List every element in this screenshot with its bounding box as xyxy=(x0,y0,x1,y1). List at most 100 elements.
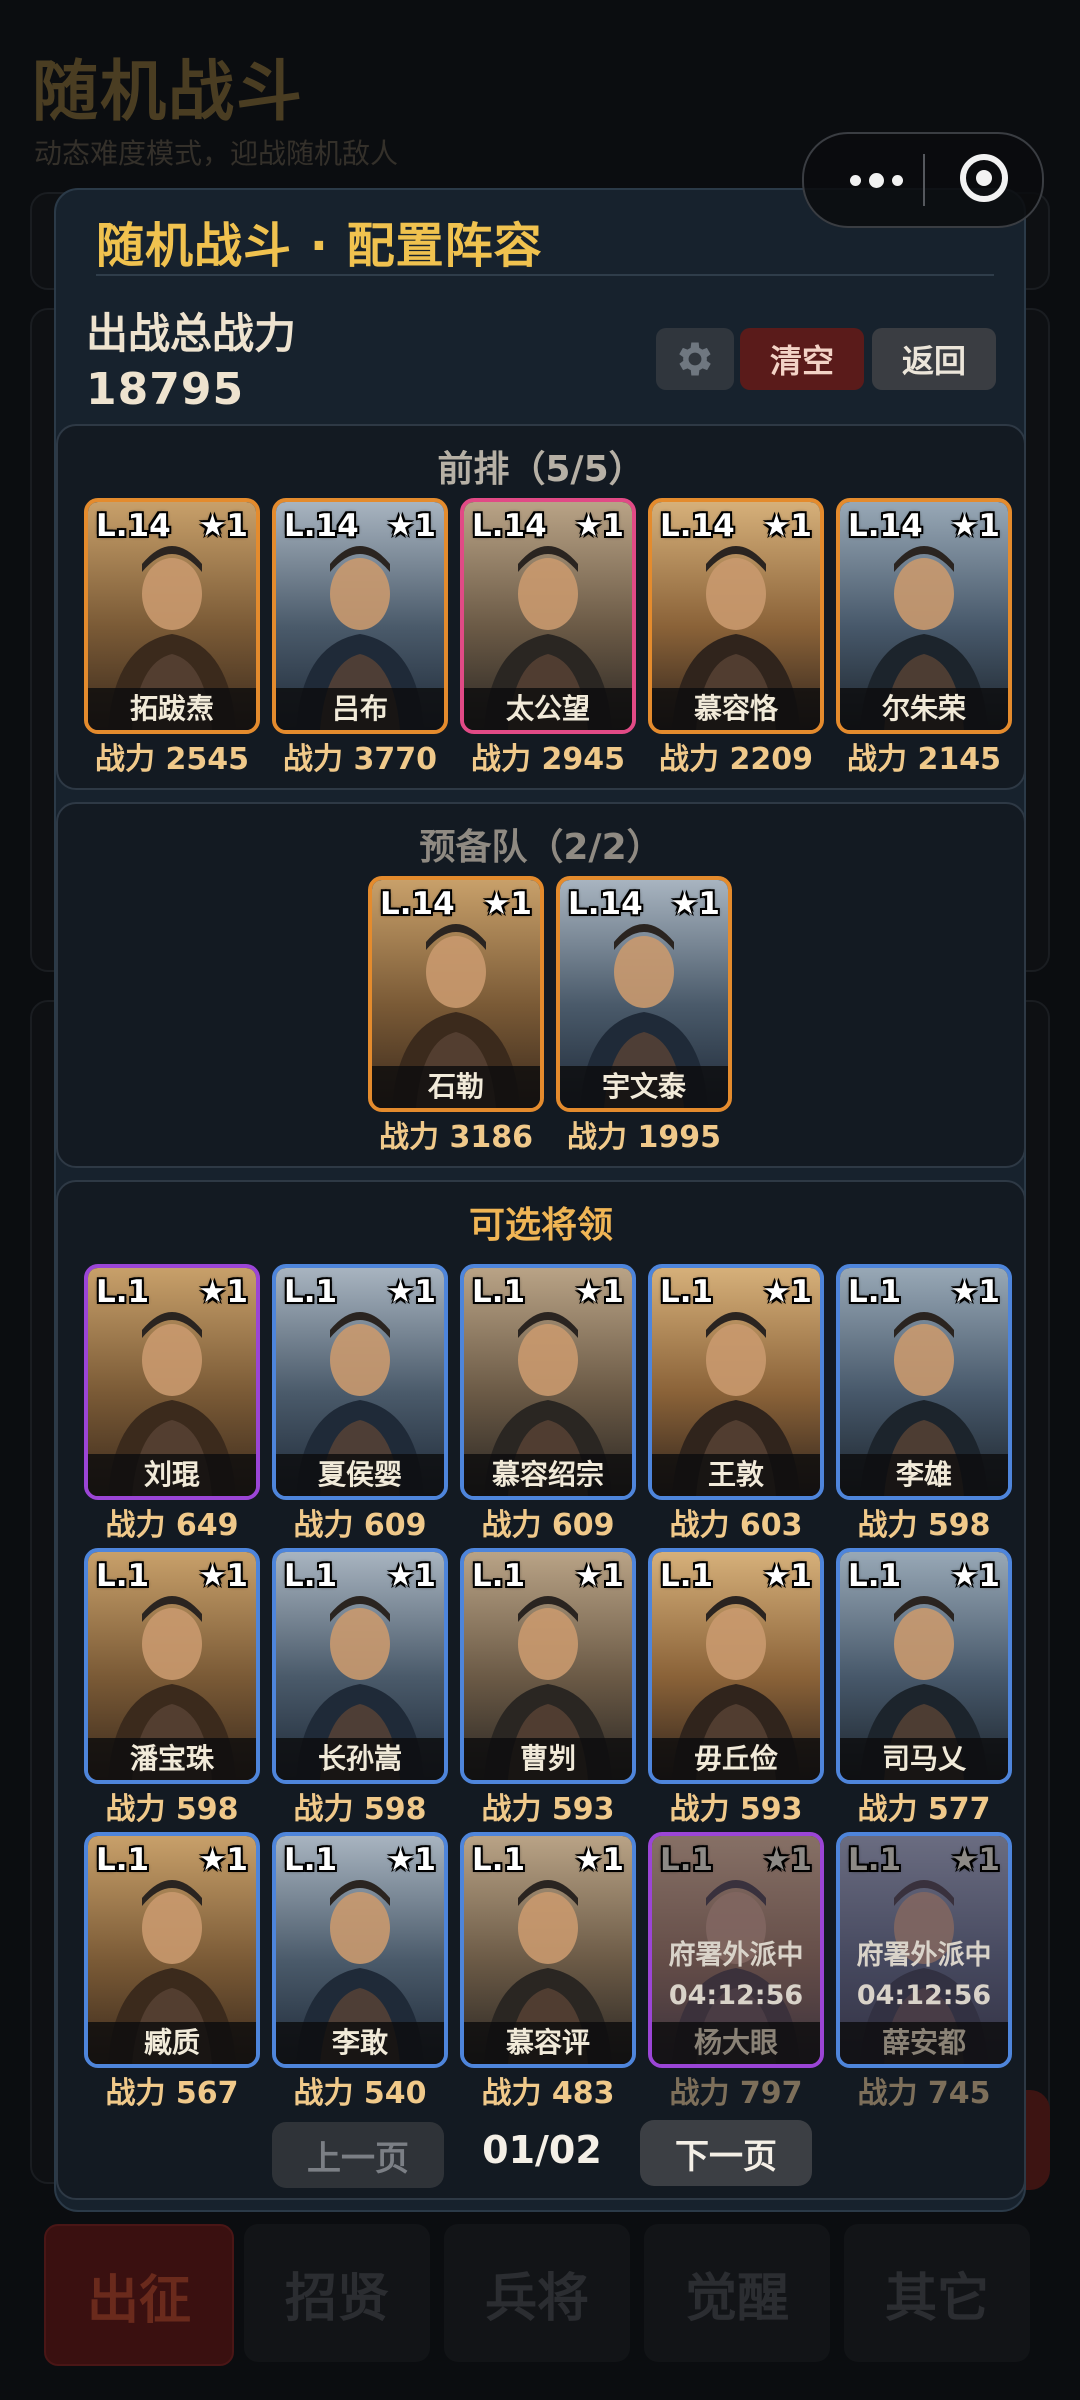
general-name: 尔朱荣 xyxy=(840,688,1008,730)
clear-button[interactable]: 清空 xyxy=(740,328,864,390)
next-page-button[interactable]: 下一页 xyxy=(640,2120,812,2186)
reserve-section: 预备队（2/2） L.14 ★1 石勒 战力 3186 L.14 ★1 宇文泰 … xyxy=(56,802,1026,1168)
general-power: 战力 745 xyxy=(857,2076,991,2111)
general-star: ★1 xyxy=(198,1558,248,1594)
modal-title: 随机战斗 · 配置阵容 xyxy=(96,218,543,274)
general-level: L.1 xyxy=(472,1842,526,1878)
prev-page-button[interactable]: 上一页 xyxy=(272,2122,444,2188)
general-level: L.1 xyxy=(848,1842,902,1878)
total-power-value: 18795 xyxy=(86,364,245,415)
general-card[interactable]: L.14 ★1 太公望 xyxy=(460,498,636,734)
general-level: L.14 xyxy=(568,886,643,922)
general-name: 王敦 xyxy=(652,1454,820,1496)
reserve-title: 预备队（2/2） xyxy=(419,827,663,868)
away-status-text: 府署外派中 xyxy=(856,1940,992,1971)
miniprogram-capsule xyxy=(802,132,1044,228)
general-level: L.1 xyxy=(96,1558,150,1594)
gear-icon xyxy=(679,342,711,376)
general-power: 战力 609 xyxy=(481,1508,615,1543)
general-card[interactable]: L.1 ★1 夏侯婴 xyxy=(272,1264,448,1500)
general-power: 战力 1995 xyxy=(567,1120,721,1155)
nav-tab-other[interactable]: 其它 xyxy=(844,2224,1030,2362)
capsule-divider xyxy=(923,154,925,206)
general-level: L.1 xyxy=(96,1274,150,1310)
away-timer: 04:12:56 xyxy=(856,1980,992,2011)
general-level: L.1 xyxy=(660,1558,714,1594)
general-name: 臧质 xyxy=(88,2022,256,2064)
general-card[interactable]: L.14 ★1 吕布 xyxy=(272,498,448,734)
general-level: L.1 xyxy=(96,1842,150,1878)
general-card[interactable]: L.1 ★1 慕容绍宗 xyxy=(460,1264,636,1500)
general-star: ★1 xyxy=(386,1274,436,1310)
general-star: ★1 xyxy=(950,1274,1000,1310)
general-card[interactable]: L.14 ★1 石勒 xyxy=(368,876,544,1112)
general-card[interactable]: L.1 ★1 府署外派中 04:12:56 薛安都 xyxy=(836,1832,1012,2068)
general-power: 战力 649 xyxy=(105,1508,239,1543)
general-star: ★1 xyxy=(574,1274,624,1310)
nav-tab-awaken[interactable]: 觉醒 xyxy=(644,2224,830,2362)
settings-button[interactable] xyxy=(656,328,734,390)
general-star: ★1 xyxy=(762,1842,812,1878)
general-card[interactable]: L.1 ★1 李雄 xyxy=(836,1264,1012,1500)
close-miniprogram-icon[interactable] xyxy=(960,154,1008,202)
general-name: 李雄 xyxy=(840,1454,1008,1496)
general-power: 战力 2145 xyxy=(847,742,1001,777)
nav-tab-generals[interactable]: 兵将 xyxy=(444,2224,630,2362)
general-name: 夏侯婴 xyxy=(276,1454,444,1496)
general-power: 战力 593 xyxy=(669,1792,803,1827)
general-card[interactable]: L.1 ★1 府署外派中 04:12:56 杨大眼 xyxy=(648,1832,824,2068)
general-name: 太公望 xyxy=(464,688,632,730)
title-divider xyxy=(96,274,994,276)
available-title: 可选将领 xyxy=(468,1205,613,1246)
general-star: ★1 xyxy=(386,508,436,544)
general-star: ★1 xyxy=(670,886,720,922)
general-name: 刘琨 xyxy=(88,1454,256,1496)
general-card[interactable]: L.14 ★1 尔朱荣 xyxy=(836,498,1012,734)
general-card[interactable]: L.1 ★1 曹刿 xyxy=(460,1548,636,1784)
general-card[interactable]: L.1 ★1 李敢 xyxy=(272,1832,448,2068)
general-star: ★1 xyxy=(950,1842,1000,1878)
general-level: L.1 xyxy=(660,1842,714,1878)
bottom-nav: 出征 招贤 兵将 觉醒 其它 xyxy=(0,2208,1080,2378)
nav-tab-expedition[interactable]: 出征 xyxy=(44,2224,234,2366)
general-name: 拓跋焘 xyxy=(88,688,256,730)
general-level: L.14 xyxy=(660,508,735,544)
general-level: L.1 xyxy=(284,1842,338,1878)
general-name: 毋丘俭 xyxy=(652,1738,820,1780)
general-card[interactable]: L.1 ★1 慕容评 xyxy=(460,1832,636,2068)
general-star: ★1 xyxy=(574,1558,624,1594)
general-name: 薛安都 xyxy=(840,2022,1008,2064)
general-star: ★1 xyxy=(198,1842,248,1878)
general-power: 战力 483 xyxy=(481,2076,615,2111)
general-card[interactable]: L.14 ★1 拓跋焘 xyxy=(84,498,260,734)
general-card[interactable]: L.1 ★1 臧质 xyxy=(84,1832,260,2068)
back-button[interactable]: 返回 xyxy=(872,328,996,390)
general-star: ★1 xyxy=(386,1558,436,1594)
general-level: L.1 xyxy=(660,1274,714,1310)
general-name: 石勒 xyxy=(372,1066,540,1108)
general-card[interactable]: L.14 ★1 宇文泰 xyxy=(556,876,732,1112)
general-card[interactable]: L.1 ★1 刘琨 xyxy=(84,1264,260,1500)
general-star: ★1 xyxy=(386,1842,436,1878)
general-power: 战力 567 xyxy=(105,2076,239,2111)
general-power: 战力 2945 xyxy=(471,742,625,777)
general-name: 慕容评 xyxy=(464,2022,632,2064)
total-power-label: 出战总战力 xyxy=(86,309,297,358)
general-card[interactable]: L.1 ★1 王敦 xyxy=(648,1264,824,1500)
page-indicator: 01/02 xyxy=(482,2128,602,2172)
general-card[interactable]: L.1 ★1 司马乂 xyxy=(836,1548,1012,1784)
general-power: 战力 577 xyxy=(857,1792,991,1827)
general-card[interactable]: L.14 ★1 慕容恪 xyxy=(648,498,824,734)
nav-tab-recruit[interactable]: 招贤 xyxy=(244,2224,430,2362)
general-star: ★1 xyxy=(762,1558,812,1594)
general-level: L.1 xyxy=(284,1274,338,1310)
general-name: 宇文泰 xyxy=(560,1066,728,1108)
general-card[interactable]: L.1 ★1 长孙嵩 xyxy=(272,1548,448,1784)
general-card[interactable]: L.1 ★1 潘宝珠 xyxy=(84,1548,260,1784)
more-icon[interactable] xyxy=(834,134,918,226)
away-timer: 04:12:56 xyxy=(668,1980,804,2011)
general-level: L.1 xyxy=(848,1274,902,1310)
lineup-modal: 随机战斗 · 配置阵容 出战总战力 18795 清空 返回 前排（5/5） L.… xyxy=(54,188,1026,2212)
general-card[interactable]: L.1 ★1 毋丘俭 xyxy=(648,1548,824,1784)
general-level: L.1 xyxy=(472,1274,526,1310)
